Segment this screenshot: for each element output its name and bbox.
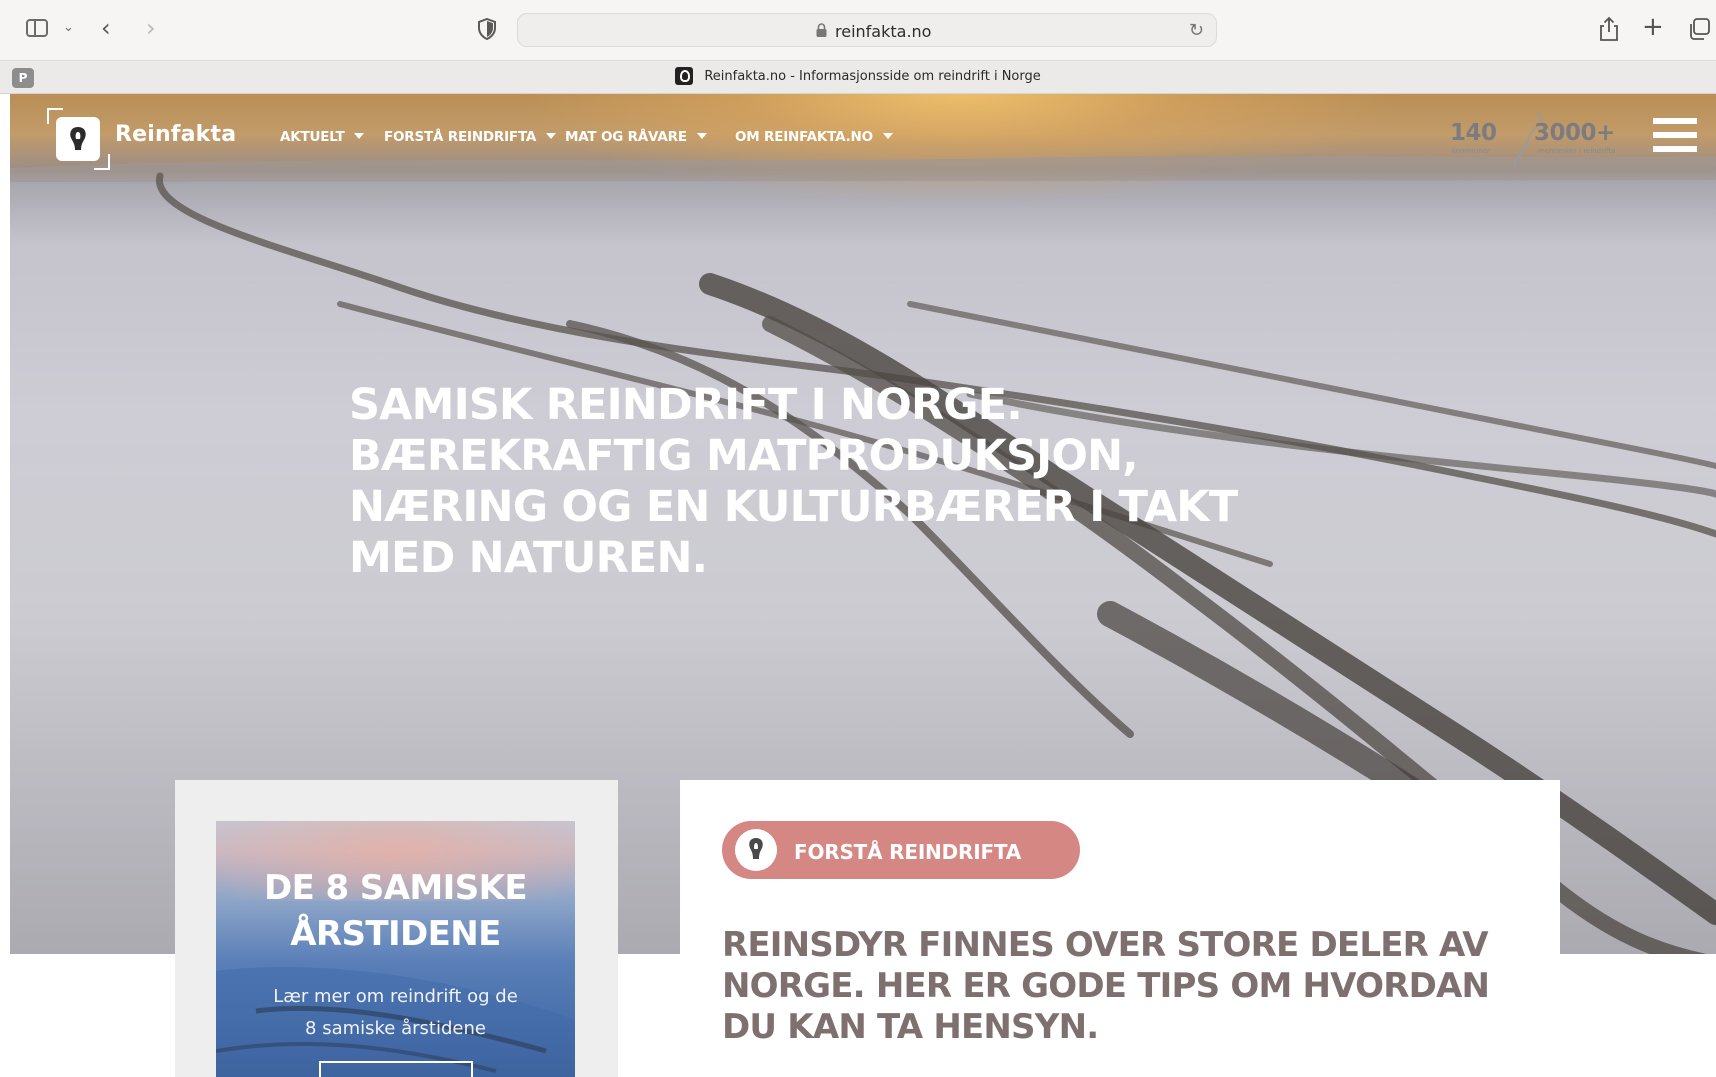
article-heading[interactable]: REINSDYR FINNES OVER STORE DELER AV NORG… bbox=[722, 925, 1542, 1048]
reinfakta-favicon-icon bbox=[675, 67, 694, 85]
browser-toolbar: ⌄ ‹ › reinfakta.no ↻ + bbox=[0, 0, 1716, 60]
tab-overview-icon[interactable] bbox=[1688, 18, 1710, 40]
site-header: Reinfakta AKTUELT FORSTÅ REINDRIFTA MAT … bbox=[10, 94, 1716, 178]
tab-title: Reinfakta.no - Informasjonsside om reind… bbox=[704, 69, 1041, 84]
promo-text-line: Lær mer om reindrift og de bbox=[273, 986, 518, 1007]
nav-item-mat-og-ravare[interactable]: MAT OG RÅVARE bbox=[565, 129, 707, 145]
caret-down-icon bbox=[696, 133, 707, 139]
stat-people-label: mennesker i reindrifta bbox=[1538, 147, 1616, 155]
category-label: FORSTÅ REINDRIFTA bbox=[794, 840, 1022, 864]
url-text: reinfakta.no bbox=[835, 22, 932, 41]
stat-kommuner-label: kommuner bbox=[1452, 147, 1490, 155]
promo-title-line: ÅRSTIDENE bbox=[290, 914, 501, 954]
promo-title-line: DE 8 SAMISKE bbox=[264, 868, 528, 908]
new-tab-icon[interactable]: + bbox=[1642, 14, 1664, 40]
tab-bar: P Reinfakta.no - Informasjonsside om rei… bbox=[0, 60, 1716, 94]
back-icon[interactable]: ‹ bbox=[101, 16, 111, 40]
privacy-shield-icon[interactable] bbox=[478, 18, 496, 40]
logo-text[interactable]: Reinfakta bbox=[115, 122, 236, 147]
active-tab[interactable]: Reinfakta.no - Informasjonsside om reind… bbox=[0, 61, 1716, 93]
forward-icon[interactable]: › bbox=[146, 16, 156, 40]
caret-down-icon bbox=[354, 133, 365, 139]
caret-down-icon bbox=[882, 133, 893, 139]
promo-card-image[interactable]: DE 8 SAMISKE ÅRSTIDENE Lær mer om reindr… bbox=[216, 821, 575, 1077]
article-heading-line: REINSDYR FINNES OVER STORE DELER AV bbox=[722, 925, 1489, 965]
article-heading-line: NORGE. HER ER GODE TIPS OM HVORDAN bbox=[722, 966, 1490, 1006]
promo-card: DE 8 SAMISKE ÅRSTIDENE Lær mer om reindr… bbox=[175, 780, 618, 1077]
nav-label: OM REINFAKTA.NO bbox=[735, 129, 873, 145]
reinfakta-logo-icon bbox=[735, 829, 777, 871]
info-card: FORSTÅ REINDRIFTA REINSDYR FINNES OVER S… bbox=[680, 780, 1560, 1077]
nav-item-om-reinfakta[interactable]: OM REINFAKTA.NO bbox=[735, 129, 893, 145]
nav-item-aktuelt[interactable]: AKTUELT bbox=[280, 129, 365, 145]
reload-icon[interactable]: ↻ bbox=[1189, 20, 1204, 41]
promo-text-line: 8 samiske årstidene bbox=[305, 1018, 486, 1039]
stats-badge: 140 kommuner 3000+ mennesker i reindrift… bbox=[1438, 113, 1618, 169]
article-heading-line: DU KAN TA HENSYN. bbox=[722, 1007, 1099, 1047]
nav-item-forsta-reindrifta[interactable]: FORSTÅ REINDRIFTA bbox=[384, 129, 557, 145]
chevron-down-icon[interactable]: ⌄ bbox=[63, 21, 74, 34]
lock-icon bbox=[816, 23, 827, 37]
hero-heading-line: NÆRING OG EN KULTURBÆRER I TAKT bbox=[349, 482, 1238, 532]
hamburger-menu-icon[interactable] bbox=[1653, 118, 1697, 152]
nav-label: MAT OG RÅVARE bbox=[565, 129, 687, 145]
category-pill[interactable]: FORSTÅ REINDRIFTA bbox=[722, 821, 1080, 879]
stat-kommuner-value: 140 bbox=[1450, 120, 1497, 146]
logo-frame-corner bbox=[94, 154, 110, 170]
hero-heading-line: BÆREKRAFTIG MATPRODUKSJON, bbox=[349, 431, 1139, 481]
share-icon[interactable] bbox=[1598, 16, 1620, 42]
webpage: Reinfakta AKTUELT FORSTÅ REINDRIFTA MAT … bbox=[10, 94, 1716, 1077]
hero-heading: SAMISK REINDRIFT I NORGE. BÆREKRAFTIG MA… bbox=[349, 380, 1249, 584]
promo-title: DE 8 SAMISKE ÅRSTIDENE bbox=[216, 865, 575, 957]
address-bar[interactable]: reinfakta.no ↻ bbox=[517, 13, 1217, 47]
sidebar-icon[interactable] bbox=[26, 19, 48, 37]
hero-heading-line: SAMISK REINDRIFT I NORGE. bbox=[349, 380, 1023, 430]
promo-button[interactable] bbox=[319, 1061, 473, 1077]
stat-people-value: 3000+ bbox=[1534, 120, 1615, 146]
nav-label: FORSTÅ REINDRIFTA bbox=[384, 129, 537, 145]
nav-label: AKTUELT bbox=[280, 129, 345, 145]
hero-heading-line: MED NATUREN. bbox=[349, 533, 708, 583]
promo-text: Lær mer om reindrift og de 8 samiske års… bbox=[216, 981, 575, 1045]
caret-down-icon bbox=[546, 133, 557, 139]
